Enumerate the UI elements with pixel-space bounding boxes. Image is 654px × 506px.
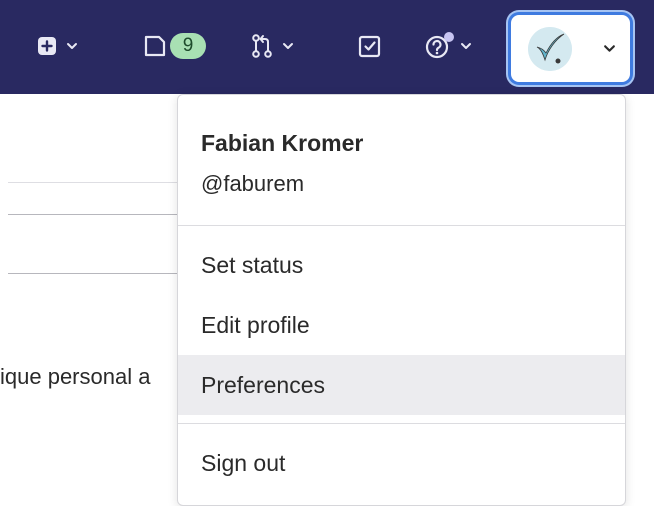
menu-divider	[178, 423, 625, 424]
avatar	[528, 27, 572, 71]
set-status-item[interactable]: Set status	[178, 235, 625, 295]
chevron-down-icon	[604, 45, 615, 52]
help-button[interactable]	[424, 26, 472, 66]
todo-checkbox-icon	[358, 35, 381, 58]
help-icon	[425, 32, 454, 59]
chevron-down-icon	[461, 43, 471, 49]
todos-button[interactable]	[357, 26, 383, 66]
input-underline	[8, 214, 198, 215]
background-text: ique personal a	[0, 364, 151, 389]
plus-square-icon	[38, 37, 56, 55]
issues-icon	[144, 35, 166, 57]
user-menu-button[interactable]	[511, 15, 630, 82]
user-full-name[interactable]: Fabian Kromer	[201, 130, 363, 157]
user-handle[interactable]: @faburem	[201, 171, 304, 197]
chevron-down-icon	[283, 43, 293, 49]
top-navbar: 9	[0, 0, 654, 94]
issues-button[interactable]: 9	[142, 26, 206, 66]
chevron-down-icon	[67, 43, 77, 49]
edit-profile-item[interactable]: Edit profile	[178, 295, 625, 355]
avatar-checkmark-icon	[528, 27, 572, 71]
preferences-item[interactable]: Preferences	[178, 355, 625, 415]
content-divider	[8, 182, 198, 183]
page: 9 ique personal a Fabian Kromer @faburem…	[0, 0, 654, 506]
issues-count-badge: 9	[170, 33, 206, 59]
merge-request-icon	[252, 34, 272, 58]
input-underline	[8, 273, 198, 274]
sign-out-item[interactable]: Sign out	[178, 433, 625, 493]
menu-divider	[178, 225, 625, 226]
new-menu-button[interactable]	[36, 26, 78, 66]
user-dropdown-menu: Fabian Kromer @faburem Set status Edit p…	[177, 94, 626, 506]
merge-requests-button[interactable]	[250, 26, 294, 66]
